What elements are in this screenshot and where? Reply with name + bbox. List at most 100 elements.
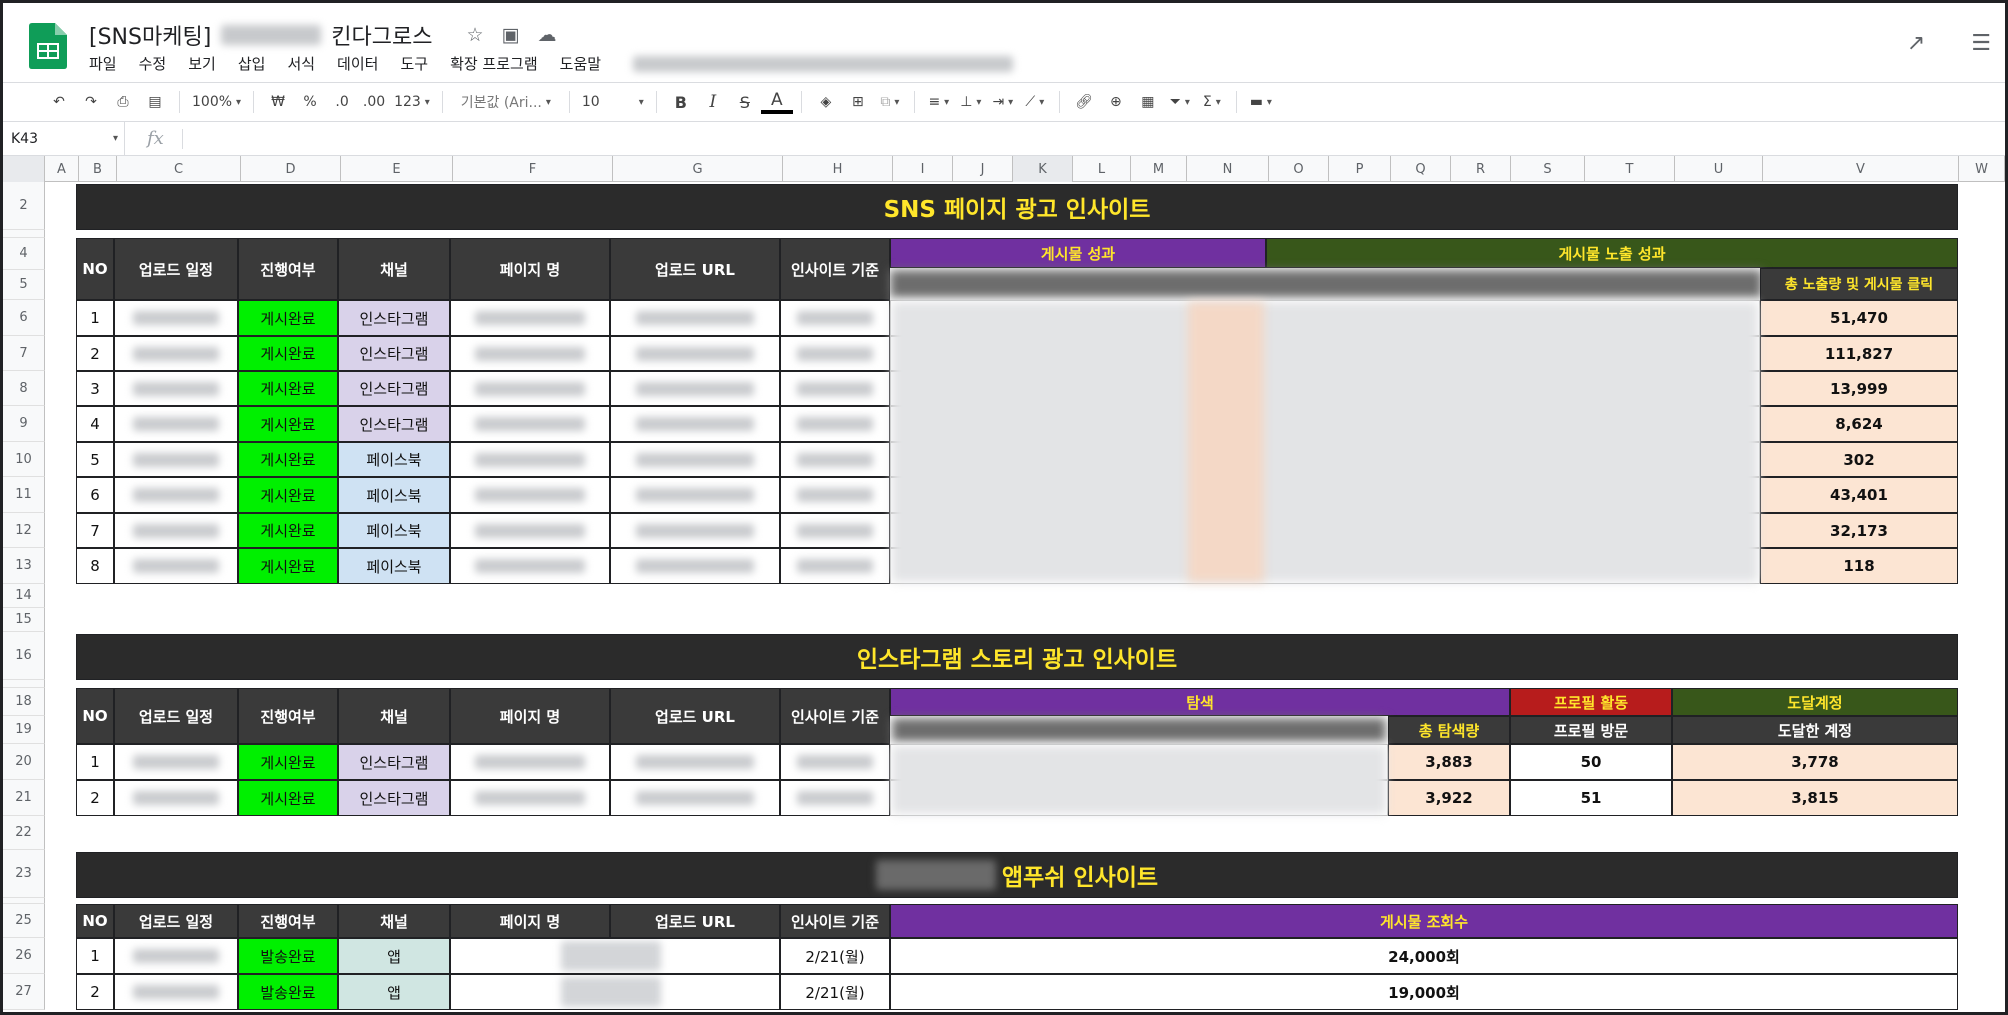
menu-extensions[interactable]: 확장 프로그램 (450, 53, 538, 74)
borders-icon[interactable]: ⊞ (842, 88, 874, 116)
font-select[interactable]: 기본값 (Ari... (451, 88, 561, 116)
channel-cell[interactable]: 인스타그램 (338, 406, 450, 442)
insight-date-cell[interactable] (780, 513, 890, 548)
row-header[interactable]: 16 (3, 632, 45, 680)
row-header[interactable] (3, 230, 45, 238)
italic-button[interactable]: I (697, 88, 729, 116)
group-profile-activity[interactable]: 프로필 활동 (1510, 688, 1672, 716)
url-cell[interactable] (610, 336, 780, 371)
text-rotation-icon[interactable]: ⟋ (1019, 88, 1051, 116)
row-header[interactable]: 9 (3, 406, 45, 442)
row-header[interactable]: 10 (3, 442, 45, 477)
page-name-cell[interactable] (450, 477, 610, 513)
zoom-select[interactable]: 100% (188, 88, 245, 116)
total-exposure-cell[interactable]: 8,624 (1760, 406, 1958, 442)
col-header[interactable]: A (45, 156, 79, 182)
upload-date-cell[interactable] (114, 938, 238, 974)
upload-date-cell[interactable] (114, 300, 238, 336)
profile-visits-cell[interactable]: 50 (1510, 744, 1672, 780)
col-header[interactable]: F (453, 156, 613, 182)
url-cell[interactable] (610, 744, 780, 780)
header-insight[interactable]: 인사이트 기준 (780, 688, 890, 744)
col-header[interactable]: G (613, 156, 783, 182)
header-channel[interactable]: 채널 (338, 238, 450, 300)
page-name-cell[interactable] (450, 513, 610, 548)
group-reached-accounts[interactable]: 도달계정 (1672, 688, 1958, 716)
menu-format[interactable]: 서식 (287, 53, 315, 74)
channel-cell[interactable]: 인스타그램 (338, 780, 450, 816)
select-all-corner[interactable] (3, 156, 45, 182)
url-cell[interactable] (610, 477, 780, 513)
redo-icon[interactable]: ↷ (75, 88, 107, 116)
post-views-cell[interactable]: 24,000회 (890, 938, 1958, 974)
upload-date-cell[interactable] (114, 477, 238, 513)
row-no[interactable]: 2 (76, 336, 114, 371)
col-header[interactable]: R (1451, 156, 1511, 182)
row-header[interactable]: 11 (3, 477, 45, 513)
insight-date-cell[interactable] (780, 744, 890, 780)
total-exposure-cell[interactable]: 13,999 (1760, 371, 1958, 406)
insight-date-cell[interactable] (780, 548, 890, 584)
header-status[interactable]: 진행여부 (238, 238, 338, 300)
url-cell[interactable] (610, 406, 780, 442)
channel-cell[interactable]: 인스타그램 (338, 300, 450, 336)
group-explore[interactable]: 탐색 (890, 688, 1510, 716)
insight-date-cell[interactable] (780, 780, 890, 816)
col-header[interactable]: P (1329, 156, 1391, 182)
insight-date-cell[interactable] (780, 406, 890, 442)
row-header[interactable]: 15 (3, 608, 45, 632)
fill-color-icon[interactable]: ◈ (810, 88, 842, 116)
menu-data[interactable]: 데이터 (337, 53, 378, 74)
menu-file[interactable]: 파일 (89, 53, 117, 74)
row-header[interactable]: 5 (3, 270, 45, 300)
row-header[interactable]: 4 (3, 238, 45, 270)
reached-cell[interactable]: 3,815 (1672, 780, 1958, 816)
row-no[interactable]: 4 (76, 406, 114, 442)
row-no[interactable]: 7 (76, 513, 114, 548)
page-name-cell[interactable] (450, 406, 610, 442)
col-header[interactable]: W (1959, 156, 2005, 182)
menu-tools[interactable]: 도구 (400, 53, 428, 74)
col-header[interactable]: Q (1391, 156, 1451, 182)
sheets-logo-icon[interactable] (29, 23, 67, 69)
total-exposure-cell[interactable]: 32,173 (1760, 513, 1958, 548)
upload-date-cell[interactable] (114, 406, 238, 442)
status-cell[interactable]: 게시완료 (238, 548, 338, 584)
row-no[interactable]: 1 (76, 744, 114, 780)
group-post-performance[interactable]: 게시물 성과 (890, 238, 1266, 268)
row-header[interactable]: 7 (3, 336, 45, 371)
url-cell[interactable] (610, 442, 780, 477)
col-header[interactable]: I (893, 156, 953, 182)
upload-date-cell[interactable] (114, 744, 238, 780)
insight-date-cell[interactable]: 2/21(월) (780, 974, 890, 1010)
row-header[interactable]: 12 (3, 513, 45, 548)
row-no[interactable]: 2 (76, 974, 114, 1010)
header-page[interactable]: 페이지 명 (450, 904, 610, 938)
section2-title[interactable]: 인스타그램 스토리 광고 인사이트 (76, 634, 1958, 680)
upload-date-cell[interactable] (114, 974, 238, 1010)
strikethrough-button[interactable]: S (729, 88, 761, 116)
page-name-cell[interactable] (450, 780, 610, 816)
star-icon[interactable]: ☆ (466, 24, 483, 46)
col-header[interactable]: M (1131, 156, 1187, 182)
status-cell[interactable]: 게시완료 (238, 513, 338, 548)
row-header[interactable]: 6 (3, 300, 45, 336)
row-header[interactable]: 2 (3, 182, 45, 230)
row-header[interactable]: 19 (3, 716, 45, 744)
page-name-cell[interactable] (450, 371, 610, 406)
total-explore-cell[interactable]: 3,883 (1388, 744, 1510, 780)
status-cell[interactable]: 게시완료 (238, 744, 338, 780)
status-cell[interactable]: 발송완료 (238, 938, 338, 974)
header-reached[interactable]: 도달한 계정 (1672, 716, 1958, 744)
channel-cell[interactable]: 앱 (338, 974, 450, 1010)
upload-date-cell[interactable] (114, 780, 238, 816)
col-header[interactable]: L (1073, 156, 1131, 182)
url-cell[interactable] (610, 371, 780, 406)
group-post-exposure[interactable]: 게시물 노출 성과 (1266, 238, 1958, 268)
reached-cell[interactable]: 3,778 (1672, 744, 1958, 780)
decrease-decimal-button[interactable]: .0 (326, 88, 358, 116)
header-total-explore[interactable]: 총 탐색량 (1388, 716, 1510, 744)
filter-icon[interactable]: ⏷ (1164, 88, 1196, 116)
header-no[interactable]: NO (76, 688, 114, 744)
section1-title[interactable]: SNS 페이지 광고 인사이트 (76, 184, 1958, 230)
